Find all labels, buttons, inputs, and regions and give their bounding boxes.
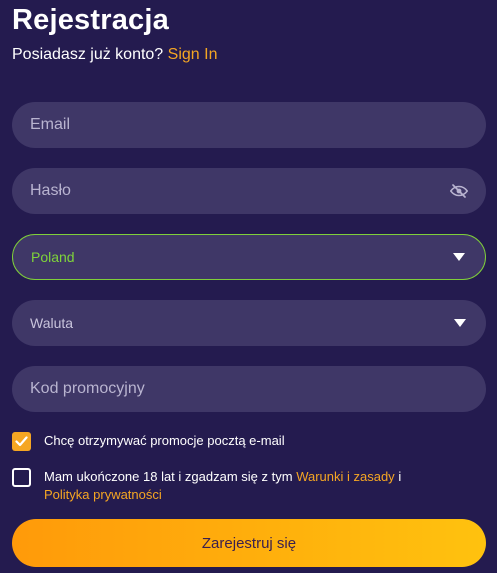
chevron-down-icon bbox=[453, 253, 465, 261]
register-button[interactable]: Zarejestruj się bbox=[12, 519, 486, 567]
signin-prompt-text: Posiadasz już konto? bbox=[12, 46, 164, 63]
chevron-down-icon bbox=[454, 319, 466, 327]
terms-checkbox[interactable] bbox=[12, 468, 31, 487]
password-field[interactable] bbox=[30, 182, 450, 200]
email-field[interactable] bbox=[30, 116, 468, 134]
country-select-value: Poland bbox=[31, 249, 75, 265]
terms-option: Mam ukończone 18 lat i zgadzam się z tym… bbox=[12, 468, 401, 504]
promo-email-option: Chcę otrzymywać promocje pocztą e-mail bbox=[12, 432, 285, 451]
eye-off-icon[interactable] bbox=[450, 184, 468, 198]
currency-select[interactable]: Waluta bbox=[12, 300, 486, 346]
promo-code-field[interactable] bbox=[30, 380, 468, 398]
checkmark-icon bbox=[15, 436, 28, 447]
terms-label-and: i bbox=[398, 469, 402, 484]
promo-code-field-container[interactable] bbox=[12, 366, 486, 412]
promo-email-label: Chcę otrzymywać promocje pocztą e-mail bbox=[44, 433, 285, 448]
promo-email-checkbox[interactable] bbox=[12, 432, 31, 451]
email-field-container[interactable] bbox=[12, 102, 486, 148]
terms-link[interactable]: Warunki i zasady bbox=[296, 469, 395, 484]
terms-label-text: Mam ukończone 18 lat i zgadzam się z tym bbox=[44, 469, 293, 484]
terms-label: Mam ukończone 18 lat i zgadzam się z tym… bbox=[44, 468, 401, 504]
country-select[interactable]: Poland bbox=[12, 234, 486, 280]
signin-prompt: Posiadasz już konto? Sign In bbox=[12, 46, 217, 64]
currency-select-value: Waluta bbox=[30, 315, 74, 331]
signin-link[interactable]: Sign In bbox=[168, 46, 218, 63]
privacy-link[interactable]: Polityka prywatności bbox=[44, 487, 162, 502]
page-title: Rejestracja bbox=[12, 4, 169, 36]
registration-page: Rejestracja Posiadasz już konto? Sign In… bbox=[0, 0, 497, 573]
password-field-container[interactable] bbox=[12, 168, 486, 214]
